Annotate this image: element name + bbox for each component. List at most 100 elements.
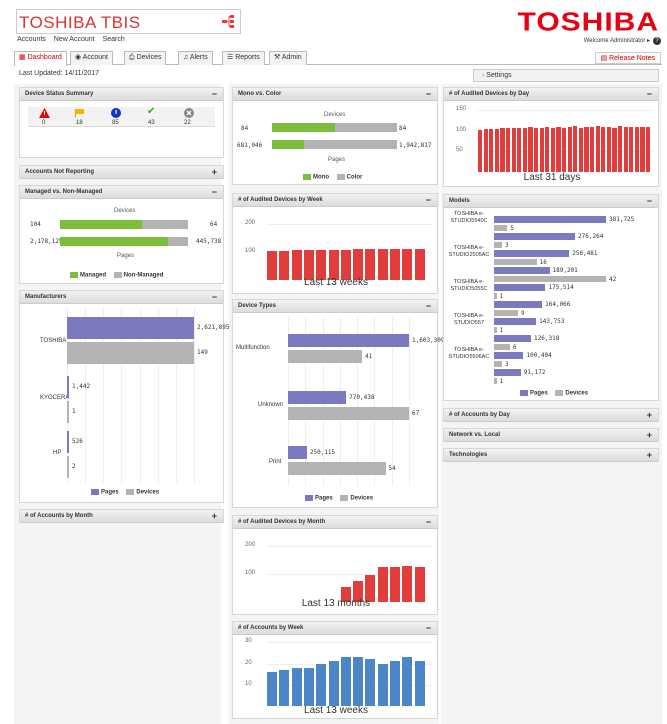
devices-bar[interactable] [288,462,386,475]
tab-alerts[interactable]: ♫ Alerts [178,51,213,65]
devices-bar[interactable] [67,342,194,364]
accounts-by-day-header[interactable]: # of Accounts by Day + [444,409,658,422]
chart-bar[interactable] [402,565,413,602]
legend-managed[interactable]: Managed [80,273,106,279]
chart-bar[interactable] [353,657,364,706]
chart-bar[interactable] [522,127,528,172]
audited-month-header[interactable]: # of Audited Devices by Month − [233,516,437,529]
device-status-header[interactable]: Device Status Summary − [20,88,223,101]
chart-bar[interactable] [340,249,351,280]
chart-bar[interactable] [267,672,277,706]
collapse-icon[interactable]: − [212,291,217,303]
collapse-icon[interactable]: − [426,622,431,634]
welcome-menu[interactable]: Welcome Administrator ▸? [584,37,661,45]
chart-bar[interactable] [506,127,511,172]
expand-icon[interactable]: + [212,166,217,178]
chart-bar[interactable] [291,667,302,706]
chart-bar[interactable] [494,128,500,172]
chart-bar[interactable] [316,250,327,280]
pages-bar[interactable] [494,216,606,223]
pages-bar[interactable] [494,250,570,257]
color-devices-bar[interactable] [335,123,397,132]
mono-pages-bar[interactable] [272,140,304,149]
chart-bar[interactable] [584,126,589,172]
expand-icon[interactable]: + [212,510,217,522]
chart-bar[interactable] [303,250,314,280]
chart-bar[interactable] [601,127,606,172]
devices-bar[interactable] [494,276,606,282]
pages-bar[interactable] [494,369,521,376]
chart-bar[interactable] [340,657,351,706]
devices-bar[interactable] [288,350,363,363]
chart-bar[interactable] [556,127,561,172]
chart-bar[interactable] [377,567,388,602]
chart-bar[interactable] [402,657,413,706]
nonmanaged-devices-bar[interactable] [142,220,188,229]
devices-bar[interactable] [67,401,69,423]
chart-bar[interactable] [629,127,634,172]
pages-bar[interactable] [494,233,576,240]
nonmanaged-pages-bar[interactable] [168,237,188,246]
legend-mono[interactable]: Mono [313,175,329,181]
chart-bar[interactable] [377,663,388,706]
chart-bar[interactable] [528,127,533,172]
audited-day-header[interactable]: # of Audited Devices by Day − [444,88,658,101]
tab-dashboard[interactable]: ▦ Dashboard [14,51,67,66]
chart-bar[interactable] [578,127,584,172]
chart-bar[interactable] [489,128,494,172]
managed-devices-bar[interactable] [60,220,142,229]
tab-devices[interactable]: ⎙ Devices [124,51,167,65]
search-link[interactable]: Search [103,36,125,43]
info-icon[interactable] [111,108,121,118]
pages-bar[interactable] [494,301,543,308]
check-icon[interactable]: ✔ [147,106,155,117]
chart-bar[interactable] [316,663,327,706]
chart-bar[interactable] [618,126,623,172]
technologies-header[interactable]: Technologies + [444,449,658,462]
new-account-link[interactable]: New Account [54,36,95,43]
legend-pages[interactable]: Pages [101,490,119,496]
chart-bar[interactable] [511,127,516,172]
chart-bar[interactable] [539,127,544,172]
chart-bar[interactable] [377,249,388,280]
pages-bar[interactable] [67,376,69,398]
help-icon[interactable]: ? [653,37,661,45]
chart-bar[interactable] [478,129,483,172]
flag-icon[interactable] [75,109,85,118]
accounts-by-month-header[interactable]: # of Accounts by Month + [20,510,223,523]
tab-admin[interactable]: ⚒ Admin [269,51,307,65]
chart-bar[interactable] [390,567,400,602]
legend-color[interactable]: Color [347,175,363,181]
audited-week-header[interactable]: # of Audited Devices by Week − [233,194,437,207]
devices-bar[interactable] [494,242,502,248]
chart-bar[interactable] [634,126,640,172]
pages-bar[interactable] [67,317,194,339]
chart-bar[interactable] [623,126,628,172]
chart-bar[interactable] [562,127,567,172]
chart-bar[interactable] [567,126,572,172]
mono-color-header[interactable]: Mono vs. Color − [233,88,437,101]
chart-bar[interactable] [328,661,339,706]
chart-bar[interactable] [500,128,505,172]
network-local-header[interactable]: Network vs. Local + [444,429,658,442]
devices-bar[interactable] [288,407,409,420]
chart-bar[interactable] [267,250,277,280]
chart-bar[interactable] [365,249,376,280]
legend-pages[interactable]: Pages [530,391,548,397]
chart-bar[interactable] [640,126,645,172]
devices-bar[interactable] [494,361,502,367]
expand-icon[interactable]: + [647,409,652,421]
chart-bar[interactable] [365,659,376,706]
error-icon[interactable] [39,108,50,118]
accounts-not-reporting-header[interactable]: Accounts Not Reporting + [20,166,223,179]
chart-bar[interactable] [353,249,364,280]
devices-bar[interactable] [494,344,510,350]
pages-bar[interactable] [494,318,537,325]
chart-bar[interactable] [390,248,400,280]
collapse-icon[interactable]: − [647,195,652,207]
chart-bar[interactable] [483,129,488,172]
expand-icon[interactable]: + [647,449,652,461]
chart-bar[interactable] [606,126,612,172]
chart-bar[interactable] [414,567,425,602]
models-header[interactable]: Models − [444,195,658,208]
